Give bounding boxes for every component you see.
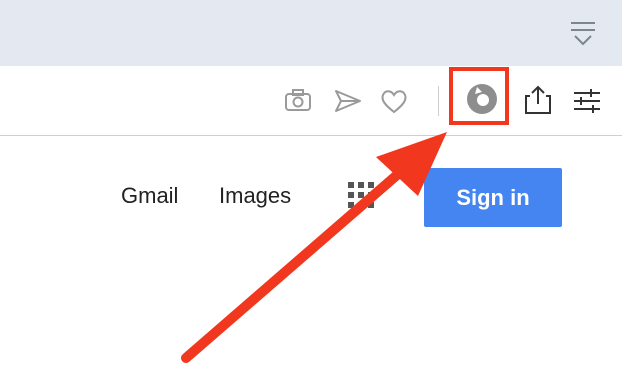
toolbar-divider bbox=[438, 86, 439, 116]
send-icon[interactable] bbox=[333, 86, 363, 116]
share-icon[interactable] bbox=[522, 84, 554, 116]
gmail-link[interactable]: Gmail bbox=[121, 182, 178, 210]
images-link[interactable]: Images bbox=[219, 182, 291, 210]
apps-grid-icon[interactable] bbox=[348, 182, 374, 208]
page-content: Gmail Images Sign in bbox=[0, 136, 622, 384]
camera-icon[interactable] bbox=[283, 86, 313, 116]
toolbar bbox=[0, 66, 622, 136]
settings-sliders-icon[interactable] bbox=[572, 86, 602, 116]
heart-icon[interactable] bbox=[379, 86, 409, 116]
sign-in-button[interactable]: Sign in bbox=[424, 168, 562, 227]
tab-bar bbox=[0, 0, 622, 66]
tab-menu-icon[interactable] bbox=[567, 18, 599, 48]
highlight-box bbox=[449, 67, 509, 125]
